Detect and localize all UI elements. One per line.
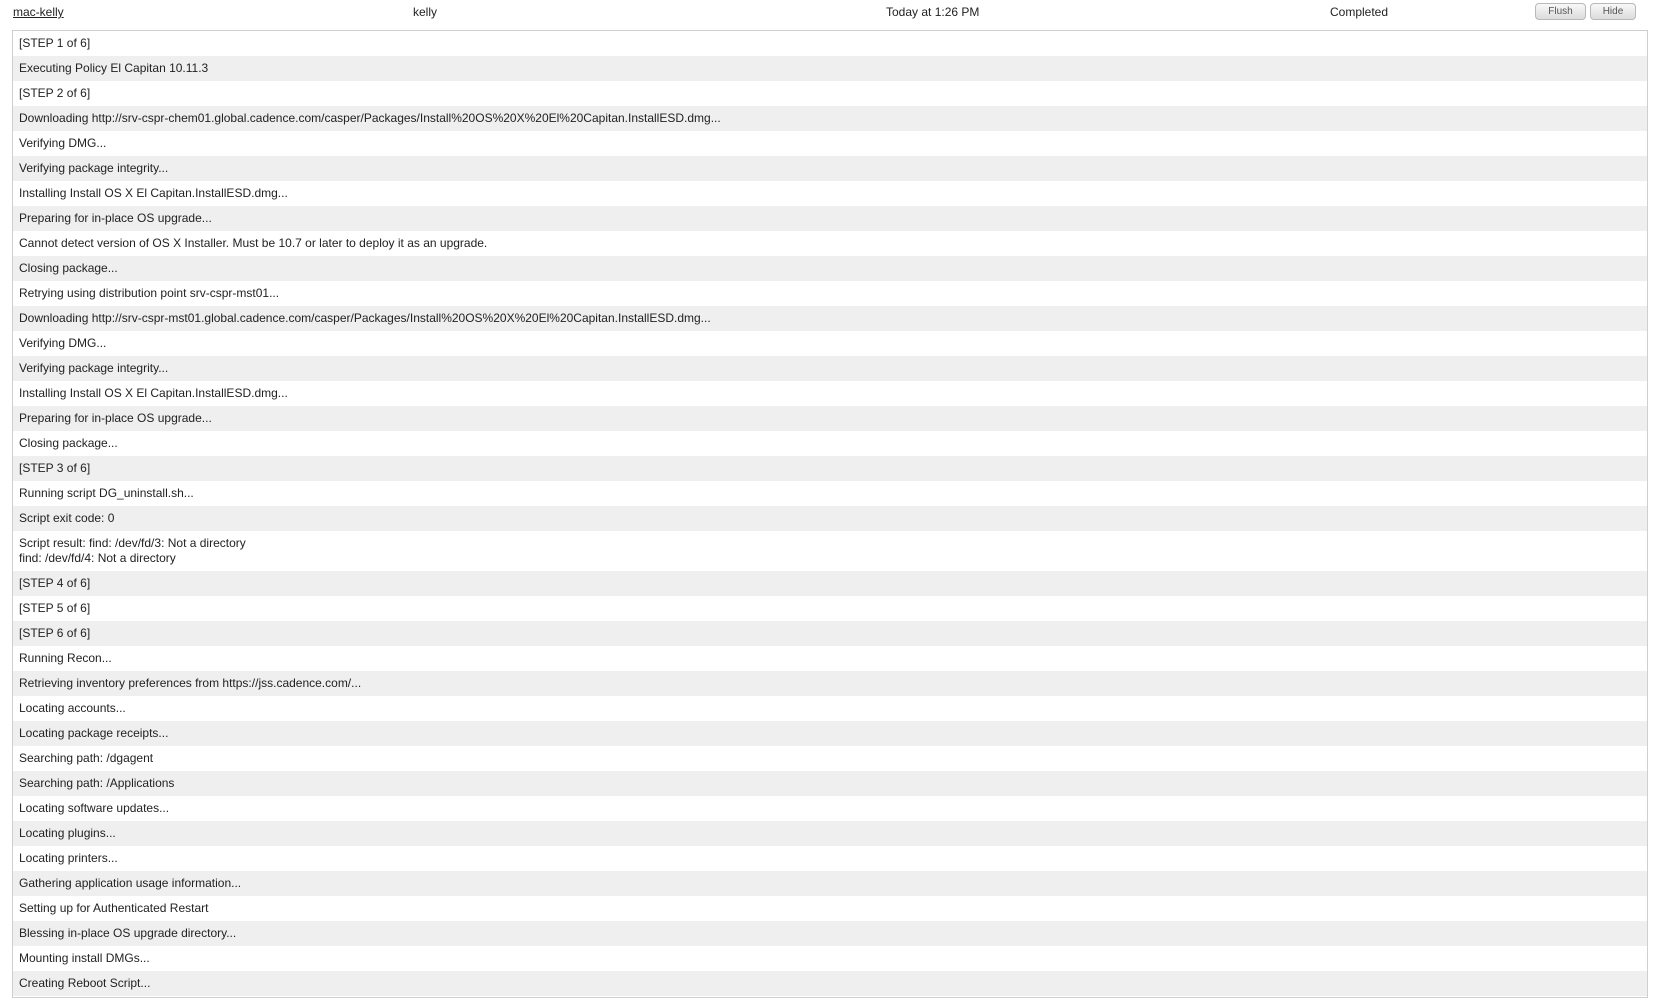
- log-line: [STEP 1 of 6]: [19, 36, 91, 50]
- log-line: Creating Reboot Script...: [13, 971, 1647, 996]
- hide-button[interactable]: Hide: [1590, 3, 1636, 20]
- log-line: [STEP 3 of 6]: [13, 456, 1647, 481]
- policy-log-panel: [STEP 1 of 6] Executing Policy El Capitan…: [12, 30, 1648, 998]
- log-line: Script exit code: 0: [13, 506, 1647, 531]
- log-line: [STEP 2 of 6]: [19, 86, 91, 100]
- log-line: Running Recon...: [19, 651, 112, 665]
- log-line: Verifying package integrity...: [13, 356, 1647, 381]
- log-line: Closing package...: [13, 256, 1647, 281]
- log-line: Searching path: /Applications: [13, 771, 1647, 796]
- log-line: Preparing for in-place OS upgrade...: [13, 206, 1647, 231]
- computer-name-link[interactable]: mac-kelly: [13, 4, 64, 20]
- log-line: Retrying using distribution point srv-cs…: [19, 286, 280, 300]
- log-line: Verifying DMG...: [19, 136, 107, 150]
- username-cell: kelly: [413, 5, 438, 19]
- log-line: Mounting install DMGs...: [19, 951, 150, 965]
- log-line: Retrieving inventory preferences from ht…: [13, 671, 1647, 696]
- log-line: Installing Install OS X El Capitan.Insta…: [19, 386, 288, 400]
- log-line: Gathering application usage information.…: [13, 871, 1647, 896]
- date-time-cell: Today at 1:26 PM: [886, 5, 980, 19]
- log-line: Setting up for Authenticated Restart: [19, 901, 209, 915]
- log-line: Searching path: /dgagent: [19, 751, 154, 765]
- log-line: Executing Policy El Capitan 10.11.3: [13, 56, 1647, 81]
- log-line: Script result: find: /dev/fd/3: Not a di…: [19, 536, 246, 565]
- log-line: [STEP 5 of 6]: [19, 601, 91, 615]
- flush-button[interactable]: Flush: [1535, 3, 1586, 20]
- log-line: Locating package receipts...: [13, 721, 1647, 746]
- log-line: Locating software updates...: [19, 801, 170, 815]
- log-line: Locating accounts...: [19, 701, 126, 715]
- log-line: Preparing for in-place OS upgrade...: [13, 406, 1647, 431]
- log-line: Verifying DMG...: [19, 336, 107, 350]
- log-line: Installing Install OS X El Capitan.Insta…: [19, 186, 288, 200]
- log-line: Cannot detect version of OS X Installer.…: [19, 236, 488, 250]
- log-header-row: mac-kelly kelly Today at 1:26 PM Complet…: [0, 0, 1657, 24]
- status-cell: Completed: [1330, 5, 1389, 19]
- log-line: Downloading http://srv-cspr-chem01.globa…: [13, 106, 1647, 131]
- log-line: Verifying package integrity...: [13, 156, 1647, 181]
- log-list: [STEP 1 of 6] Executing Policy El Capitan…: [13, 31, 1647, 996]
- log-line: Downloading http://srv-cspr-mst01.global…: [13, 306, 1647, 331]
- log-line: Closing package...: [19, 436, 118, 450]
- log-line: [STEP 6 of 6]: [13, 621, 1647, 646]
- log-line: Blessing in-place OS upgrade directory..…: [13, 921, 1647, 946]
- log-line: Locating printers...: [19, 851, 118, 865]
- log-line: Locating plugins...: [13, 821, 1647, 846]
- log-line: Running script DG_uninstall.sh...: [19, 486, 194, 500]
- log-line: [STEP 4 of 6]: [13, 571, 1647, 596]
